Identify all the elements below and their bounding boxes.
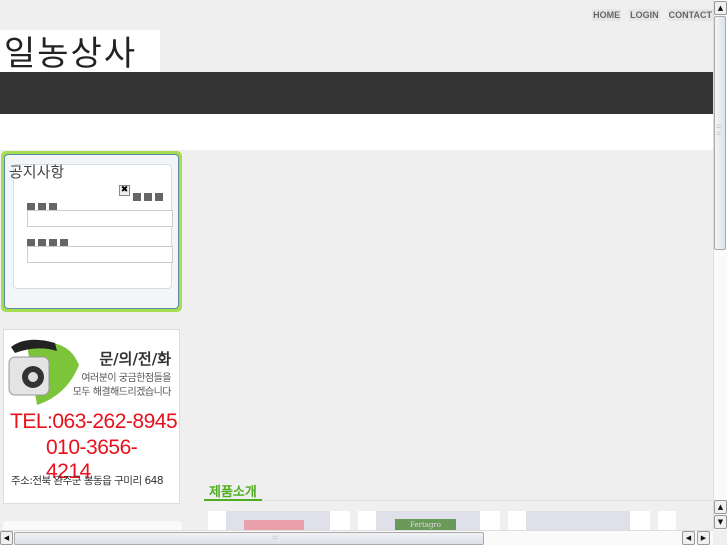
main-menu-bar (0, 72, 713, 114)
broken-image-icon: ✖ (119, 185, 130, 196)
notice-panel: ✖ 공지사항 (1, 151, 182, 312)
scroll-down-icon[interactable]: ▼ (714, 515, 727, 529)
nav-login[interactable]: LOGIN (629, 9, 660, 21)
products-underline (204, 499, 262, 501)
notice-title: 공지사항 (9, 163, 65, 181)
contact-title: 문/의/전/화 (99, 350, 171, 368)
products-title[interactable]: 제품소개 (209, 481, 257, 500)
scroll-up-icon[interactable]: ▲ (714, 1, 727, 15)
horizontal-scrollbar[interactable]: ◀ ::::: ◀ ▶ (0, 530, 713, 545)
horizontal-scroll-thumb[interactable]: ::::: (14, 532, 484, 545)
vertical-scrollbar[interactable]: ▲ :::::::: ▲ ▼ (713, 0, 727, 530)
login-box: ✖ (13, 164, 173, 289)
nav-contact[interactable]: CONTACT (667, 9, 713, 21)
contact-banner: 문/의/전/화 여러분이 궁금한점들을모두 해결해드리겠습니다 TEL:063-… (3, 329, 180, 504)
phone-number-1: TEL:063-262-8945 (10, 410, 178, 433)
contact-sub-1: 여러분이 궁금한점들을 (81, 373, 171, 384)
password-input[interactable] (27, 246, 173, 263)
contact-sub-2: 모두 해결해드리겠습니다 (72, 387, 172, 398)
scroll-left-icon[interactable]: ◀ (682, 531, 695, 545)
vertical-scroll-thumb[interactable]: :::::::: (714, 16, 726, 250)
top-nav: HOME LOGIN CONTACT (592, 9, 713, 21)
id-input[interactable] (27, 210, 173, 227)
nav-home[interactable]: HOME (592, 9, 622, 21)
divider (262, 500, 712, 501)
scroll-left-icon[interactable]: ◀ (0, 531, 13, 545)
sub-menu-bar (0, 114, 713, 150)
address: 주소:전북 완주군 봉동읍 구미리 648 (11, 475, 164, 487)
scroll-up-icon[interactable]: ▲ (714, 500, 727, 514)
logo[interactable]: 일농상사 (0, 30, 160, 78)
telephone-icon (8, 339, 79, 405)
scroll-right-icon[interactable]: ▶ (697, 531, 710, 545)
